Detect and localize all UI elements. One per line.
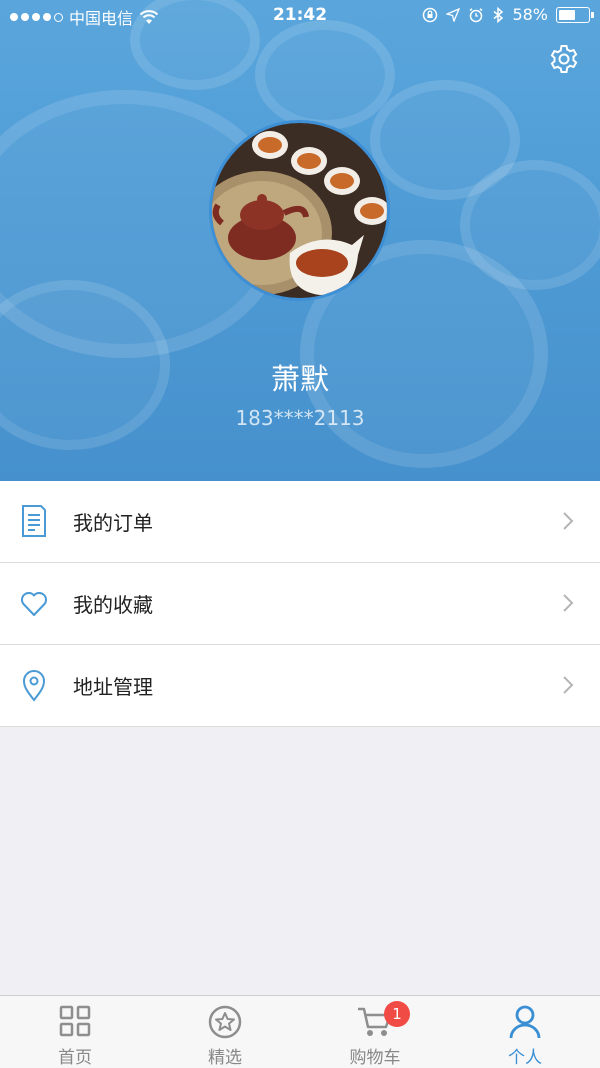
background-tea-cup xyxy=(255,20,395,130)
bluetooth-icon xyxy=(493,6,504,23)
tab-label: 购物车 xyxy=(349,1048,401,1068)
menu-label: 我的订单 xyxy=(73,511,153,535)
battery-icon xyxy=(556,6,594,23)
user-phone: 183****2113 xyxy=(235,406,365,430)
menu-item-my-orders[interactable]: 我的订单 xyxy=(0,481,600,563)
person-icon xyxy=(509,1005,541,1039)
battery-level xyxy=(559,9,576,20)
menu-item-address-management[interactable]: 地址管理 xyxy=(0,645,600,727)
chevron-right-icon xyxy=(563,594,574,612)
tab-home[interactable]: 首页 xyxy=(0,996,150,1068)
tab-featured[interactable]: 精选 xyxy=(150,996,300,1068)
tab-label: 个人 xyxy=(508,1048,542,1068)
tea-set-photo xyxy=(212,123,387,298)
star-circle-icon xyxy=(208,1005,242,1039)
avatar[interactable] xyxy=(209,120,390,301)
tab-label: 精选 xyxy=(208,1048,242,1068)
cart-count-badge: 1 xyxy=(384,1001,410,1027)
tab-cart[interactable]: 购物车 xyxy=(300,996,450,1068)
tab-label: 首页 xyxy=(58,1048,92,1068)
tab-profile[interactable]: 个人 xyxy=(450,996,600,1068)
location-arrow-icon xyxy=(446,7,461,22)
profile-menu: 我的订单 我的收藏 地址管理 xyxy=(0,481,600,727)
tab-bar: 首页 精选 购物车 个人 xyxy=(0,995,600,1068)
user-name: 萧默 xyxy=(270,362,329,396)
order-list-icon xyxy=(22,505,46,537)
heart-icon xyxy=(21,592,47,616)
battery-percent: 58% xyxy=(512,5,548,24)
menu-label: 我的收藏 xyxy=(73,593,153,617)
chevron-right-icon xyxy=(563,512,574,530)
status-bar: 中国电信 21:42 58% xyxy=(0,0,600,30)
location-pin-icon xyxy=(22,670,46,702)
settings-gear-icon[interactable] xyxy=(548,43,580,75)
status-right: 58% xyxy=(422,5,594,24)
rotation-lock-icon xyxy=(423,7,438,22)
profile-header: 中国电信 21:42 58% 萧默 183****2113 xyxy=(0,0,600,481)
menu-item-my-favorites[interactable]: 我的收藏 xyxy=(0,563,600,645)
menu-label: 地址管理 xyxy=(73,675,153,699)
chevron-right-icon xyxy=(563,676,574,694)
alarm-icon xyxy=(469,7,483,22)
grid-icon xyxy=(59,1005,91,1037)
